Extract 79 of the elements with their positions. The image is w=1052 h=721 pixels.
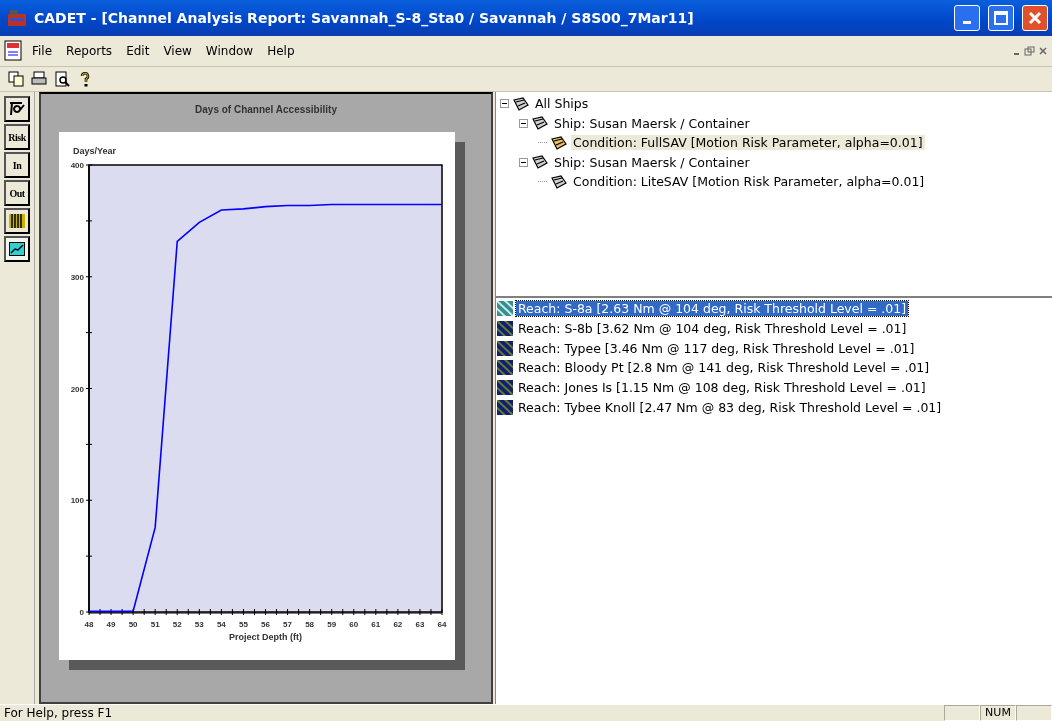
- close-button[interactable]: [1022, 5, 1048, 31]
- status-panel: [1016, 705, 1052, 721]
- chart-icon: [9, 242, 25, 256]
- bars-icon: [9, 214, 25, 228]
- status-panel: [944, 705, 980, 721]
- minimize-icon: [963, 21, 971, 24]
- x-tick-label: 59: [327, 620, 337, 629]
- app-icon: [8, 10, 26, 26]
- stripe-icon: [497, 360, 513, 376]
- collapse-icon[interactable]: [519, 118, 528, 128]
- x-tick-label: 54: [216, 620, 226, 629]
- tree-item[interactable]: Condition: LiteSAV [Motion Risk Parameter, alpha=0.01]: [571, 174, 927, 190]
- x-tick-label: 60: [349, 620, 359, 629]
- reach-item[interactable]: Reach: S-8b [3.62 Nm @ 104 deg, Risk Threshold Level = .01]: [516, 321, 909, 337]
- menu-item[interactable]: Reports: [60, 42, 119, 60]
- collapse-icon[interactable]: [500, 99, 509, 109]
- window-title: CADET - [Channel Analysis Report: Savannah_S-8_Sta0 / Savannah / S8S00_7Mar11]: [34, 10, 695, 26]
- x-tick-label: 48: [84, 620, 94, 629]
- stripe-icon: [497, 380, 513, 396]
- menu-item[interactable]: View: [157, 42, 198, 60]
- y-axis-label: Days/Year: [73, 146, 117, 156]
- x-axis-label: Project Depth (ft): [229, 632, 302, 642]
- stripe-icon: [497, 321, 513, 337]
- x-tick-label: 50: [128, 620, 138, 629]
- reach-item[interactable]: Reach: Typee [3.46 Nm @ 117 deg, Risk Threshold Level = .01]: [516, 340, 917, 356]
- x-tick-label: 49: [106, 620, 116, 629]
- stripe-icon: [497, 399, 513, 415]
- document-icon: [4, 40, 24, 62]
- tool-button[interactable]: [4, 96, 30, 122]
- tool-button[interactable]: Out: [4, 180, 30, 206]
- maximize-button[interactable]: [988, 5, 1014, 31]
- menu-item[interactable]: Window: [199, 42, 260, 60]
- reach-item[interactable]: Reach: Bloody Pt [2.8 Nm @ 141 deg, Risk Threshold Level = .01]: [516, 360, 932, 376]
- reach-item[interactable]: Reach: Jones Is [1.15 Nm @ 108 deg, Risk Threshold Level = .01]: [516, 380, 928, 396]
- x-tick-label: 56: [261, 620, 270, 629]
- tree-item[interactable]: Ship: Susan Maersk / Container: [552, 115, 752, 131]
- y-tick-label: 100: [70, 496, 84, 506]
- x-tick-label: 63: [415, 620, 425, 629]
- y-tick-label: 0: [79, 608, 84, 617]
- toolbar-button[interactable]: [6, 69, 26, 89]
- x-tick-label: 52: [172, 620, 182, 629]
- tree-item[interactable]: Ship: Susan Maersk / Container: [552, 154, 752, 170]
- toolbar-button[interactable]: [52, 69, 72, 89]
- x-tick-label: 64: [437, 620, 447, 629]
- print-icon: [31, 71, 47, 87]
- maximize-icon: [994, 11, 1008, 25]
- y-tick-label: 400: [70, 161, 84, 170]
- x-tick-label: 61: [371, 620, 381, 629]
- collapse-icon[interactable]: [519, 157, 528, 167]
- y-tick-label: 200: [70, 384, 84, 394]
- reach-item[interactable]: Reach: S-8a [2.63 Nm @ 104 deg, Risk Threshold Level = .01]: [516, 301, 909, 317]
- tree-item[interactable]: Condition: FullSAV [Motion Risk Parameter, alpha=0.01]: [571, 135, 925, 151]
- x-tick-label: 51: [150, 620, 160, 629]
- x-tick-label: 62: [393, 620, 403, 629]
- menu-item[interactable]: Help: [261, 42, 301, 60]
- tree-item[interactable]: All Ships: [533, 96, 591, 112]
- copy-icon: [8, 71, 24, 87]
- chart-title: Days of Channel Accessibility: [195, 104, 337, 115]
- tool-button[interactable]: [4, 208, 30, 234]
- close-icon[interactable]: [1038, 46, 1048, 56]
- y-tick-label: 300: [70, 272, 84, 282]
- reach-item[interactable]: Reach: Tybee Knoll [2.47 Nm @ 83 deg, Risk Threshold Level = .01]: [516, 399, 944, 415]
- x-tick-label: 53: [194, 620, 204, 629]
- menu-item[interactable]: File: [26, 42, 59, 60]
- tool-button[interactable]: [4, 236, 30, 262]
- minimize-button[interactable]: [954, 5, 980, 31]
- restore-icon[interactable]: [1024, 46, 1036, 56]
- status-indicator: NUM: [980, 705, 1016, 721]
- stripe-icon: [497, 340, 513, 356]
- stripe-icon: [497, 301, 513, 317]
- menu-item[interactable]: Edit: [120, 42, 156, 60]
- tool-button[interactable]: Risk: [4, 124, 30, 150]
- x-tick-label: 57: [283, 620, 292, 629]
- tool-button[interactable]: In: [4, 152, 30, 178]
- preview-icon: [54, 71, 70, 87]
- x-tick-label: 58: [305, 620, 315, 629]
- status-message: For Help, press F1: [4, 706, 114, 720]
- x-tick-label: 55: [239, 620, 248, 629]
- close-icon: [1028, 11, 1042, 25]
